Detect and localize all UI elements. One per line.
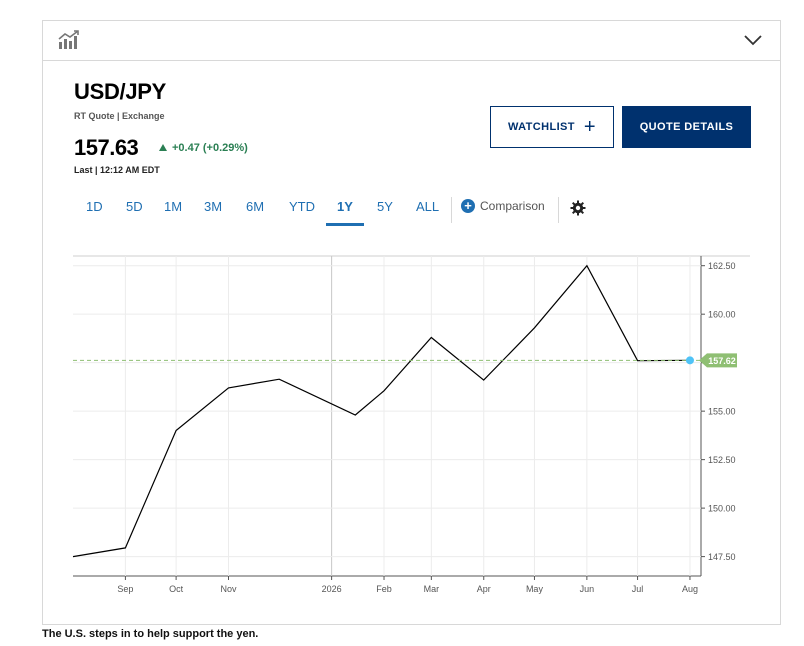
x-tick-label: Jul <box>632 584 644 594</box>
y-tick-label: 155.00 <box>708 407 736 417</box>
x-tick-label: 2026 <box>322 584 342 594</box>
x-tick-label: May <box>526 584 544 594</box>
x-tick-label: Jun <box>580 584 595 594</box>
y-tick-label: 150.00 <box>708 504 736 514</box>
price-chart[interactable]: Sep Oct Nov 2026 Feb Mar Apr May Jun Jul Aug 162.50… <box>0 0 804 646</box>
x-tick-label: Feb <box>376 584 392 594</box>
x-tick-label: Nov <box>221 584 238 594</box>
y-tick-label: 162.50 <box>708 261 736 271</box>
x-tick-label: Mar <box>424 584 440 594</box>
x-tick-label: Aug <box>682 584 698 594</box>
x-tick-label: Apr <box>477 584 491 594</box>
y-tick-label: 152.50 <box>708 455 736 465</box>
x-tick-label: Oct <box>169 584 184 594</box>
y-tick-label: 147.50 <box>708 552 736 562</box>
x-tick-label: Sep <box>117 584 133 594</box>
last-value-label: 157.62 <box>708 356 736 366</box>
y-tick-label: 160.00 <box>708 310 736 320</box>
caption: The U.S. steps in to help support the ye… <box>42 628 259 640</box>
last-point <box>685 356 694 365</box>
